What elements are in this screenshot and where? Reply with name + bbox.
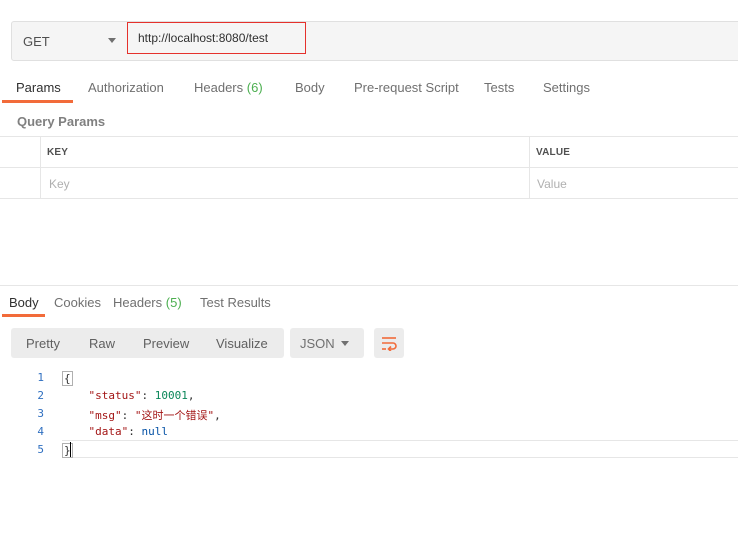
view-mode-group: Pretty Raw Preview Visualize (11, 328, 284, 358)
code-line: 1 { (0, 368, 738, 386)
tab-headers[interactable]: Headers (6) (194, 80, 263, 95)
tab-settings[interactable]: Settings (543, 80, 590, 95)
code-line: 4 "data": null (0, 422, 738, 440)
tab-authorization[interactable]: Authorization (88, 80, 164, 95)
format-select[interactable]: JSON (290, 328, 364, 358)
active-tab-indicator (2, 100, 73, 103)
line-number: 3 (37, 407, 44, 420)
value-column-header: VALUE (536, 147, 571, 158)
pane-divider[interactable] (0, 285, 738, 286)
tab-label: Test Results (200, 295, 271, 310)
response-tab-headers[interactable]: Headers (5) (113, 295, 182, 310)
raw-button[interactable]: Raw (89, 336, 115, 351)
tab-label: Body (295, 80, 325, 95)
response-tab-cookies[interactable]: Cookies (54, 295, 101, 310)
url-text: http://localhost:8080/test (138, 31, 269, 45)
line-number: 1 (37, 371, 44, 384)
code-line: 5 } (0, 440, 738, 458)
params-row: Key Value (0, 168, 738, 199)
query-params-title: Query Params (17, 114, 106, 129)
url-input[interactable]: http://localhost:8080/test (127, 22, 306, 54)
headers-count: (6) (246, 80, 263, 95)
column-divider (40, 137, 41, 199)
code-line: 3 "msg": "这时一个错误", (0, 404, 738, 422)
json-key: "status" (88, 389, 142, 402)
line-number: 2 (37, 389, 44, 402)
pretty-button[interactable]: Pretty (26, 336, 60, 351)
tab-label: Cookies (54, 295, 101, 310)
json-value: "这时一个错误" (134, 409, 215, 422)
params-header-row: KEY VALUE (0, 137, 738, 168)
open-brace: { (62, 371, 73, 386)
tab-label: Settings (543, 80, 590, 95)
tab-body[interactable]: Body (295, 80, 325, 95)
json-value: 10001 (154, 389, 188, 402)
chevron-down-icon (341, 341, 349, 346)
code-text: { (62, 371, 73, 386)
tab-label: Headers (113, 295, 163, 310)
tab-label: Params (16, 80, 61, 95)
line-number: 5 (37, 443, 44, 456)
key-column-header: KEY (47, 147, 69, 158)
close-brace: } (62, 443, 73, 458)
line-number: 4 (37, 425, 44, 438)
response-tab-body[interactable]: Body (9, 295, 39, 310)
tab-label: Authorization (88, 80, 164, 95)
preview-button[interactable]: Preview (143, 336, 189, 351)
key-input[interactable]: Key (49, 177, 70, 191)
json-key: "msg" (88, 409, 122, 422)
tab-pre-request-script[interactable]: Pre-request Script (354, 80, 459, 95)
tab-label: Tests (484, 80, 515, 95)
method-select[interactable]: GET (12, 22, 127, 60)
wrap-lines-button[interactable] (374, 328, 404, 358)
json-value: null (141, 425, 169, 438)
tab-label: Pre-request Script (354, 80, 459, 95)
request-bar: GET http://localhost:8080/test (11, 21, 738, 61)
tab-tests[interactable]: Tests (484, 80, 514, 95)
chevron-down-icon (108, 38, 116, 43)
response-tab-test-results[interactable]: Test Results (200, 295, 271, 310)
visualize-button[interactable]: Visualize (216, 336, 268, 351)
code-line: 2 "status": 10001, (0, 386, 738, 404)
request-tabs: Params Authorization Headers (6) Body Pr… (0, 74, 738, 104)
format-label: JSON (300, 336, 335, 351)
text-cursor (70, 442, 71, 457)
headers-count: (5) (165, 295, 182, 310)
tab-params[interactable]: Params (16, 80, 61, 95)
tab-label: Body (9, 295, 39, 310)
json-key: "data" (88, 425, 129, 438)
tab-label: Headers (194, 80, 244, 95)
code-text: "msg": "这时一个错误", (88, 409, 221, 422)
method-label: GET (23, 33, 50, 49)
code-text: } (62, 443, 73, 458)
code-text: "data": null (88, 425, 169, 438)
params-table: KEY VALUE Key Value (0, 136, 738, 199)
active-response-tab-indicator (2, 314, 45, 317)
wrap-lines-icon (382, 337, 397, 351)
code-text: "status": 10001, (88, 389, 195, 402)
value-input[interactable]: Value (537, 177, 567, 191)
column-divider (529, 137, 530, 199)
